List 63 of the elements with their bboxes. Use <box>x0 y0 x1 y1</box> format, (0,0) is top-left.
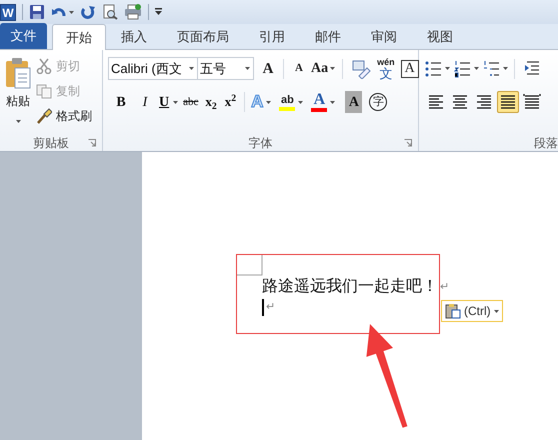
caret-icon <box>266 100 272 104</box>
caret-icon <box>494 310 499 312</box>
arrow-icon <box>364 322 409 430</box>
numbering-icon <box>454 60 471 78</box>
font-color-button[interactable]: A <box>311 91 336 113</box>
print-preview-icon[interactable] <box>102 4 118 20</box>
paragraph-mark: ↵ <box>440 280 449 295</box>
paintbrush-icon <box>36 108 52 124</box>
bullets-icon <box>425 60 442 78</box>
save-icon[interactable] <box>29 4 45 20</box>
caret-icon <box>445 67 450 70</box>
printer-icon[interactable] <box>124 4 142 20</box>
dialog-launcher-icon[interactable] <box>404 139 412 147</box>
align-justify-button[interactable] <box>497 91 519 113</box>
ribbon-tab[interactable]: 邮件 <box>300 24 356 49</box>
ribbon-tab[interactable]: 页面布局 <box>162 24 244 49</box>
group-label: 段落 <box>534 134 558 152</box>
highlight-button[interactable]: ab <box>279 91 304 113</box>
caret-icon <box>330 67 336 70</box>
shrink-font-button[interactable]: A <box>289 58 309 80</box>
ribbon-tab[interactable]: 插入 <box>106 24 162 49</box>
caret-icon[interactable] <box>69 10 74 14</box>
caret-icon <box>474 67 479 70</box>
group-label: 剪贴板 <box>33 134 69 152</box>
redo-icon[interactable] <box>80 4 96 20</box>
bold-button[interactable]: B <box>111 91 131 113</box>
change-case-button[interactable]: Aa <box>309 58 338 80</box>
italic-button[interactable]: I <box>135 91 155 113</box>
character-border-button[interactable]: A <box>400 60 419 78</box>
customize-icon[interactable] <box>155 8 162 16</box>
ribbon-tab[interactable]: 开始 <box>52 24 106 50</box>
ribbon-tab[interactable]: 审阅 <box>356 24 412 49</box>
ribbon-tab[interactable]: 视图 <box>412 24 468 49</box>
script-button[interactable]: x$^{2}$ <box>222 91 238 113</box>
paste-button[interactable]: 粘贴 <box>0 50 36 134</box>
paste-options-button[interactable]: (Ctrl) <box>441 300 503 322</box>
dialog-launcher-icon[interactable] <box>88 139 96 147</box>
strikethrough-button[interactable]: abc <box>182 91 200 113</box>
caret-icon <box>16 120 20 123</box>
clipboard-icon <box>445 303 461 319</box>
paragraph-mark: ↵ <box>266 300 275 315</box>
margin-corner-icon <box>236 254 263 276</box>
caret-icon <box>298 100 304 104</box>
caret-icon <box>173 100 178 104</box>
format-painter-button[interactable]: 格式刷 <box>36 105 92 127</box>
document-text: 路途遥远我们一起走吧！ <box>262 276 438 297</box>
multilevel-list-icon <box>483 60 500 78</box>
script-button[interactable]: x$_{2}$ <box>203 91 219 113</box>
caret-icon <box>503 67 508 70</box>
copy-icon <box>36 83 52 99</box>
scissors-icon <box>36 58 52 74</box>
caret-icon <box>330 100 336 104</box>
character-shading-button[interactable]: A <box>345 91 362 113</box>
ribbon-tab[interactable]: 引用 <box>244 24 300 49</box>
clear-formatting-icon[interactable] <box>351 58 372 78</box>
file-tab[interactable]: 文件 <box>0 23 47 49</box>
clipboard-icon <box>5 57 31 89</box>
underline-button[interactable]: U <box>159 91 178 113</box>
grow-font-button[interactable]: A <box>258 58 278 80</box>
phonetic-guide-button[interactable]: wén 文 <box>377 57 395 80</box>
group-label: 字体 <box>248 134 272 152</box>
enclose-characters-button[interactable]: 字 <box>369 93 388 111</box>
app-logo: W <box>0 4 16 20</box>
